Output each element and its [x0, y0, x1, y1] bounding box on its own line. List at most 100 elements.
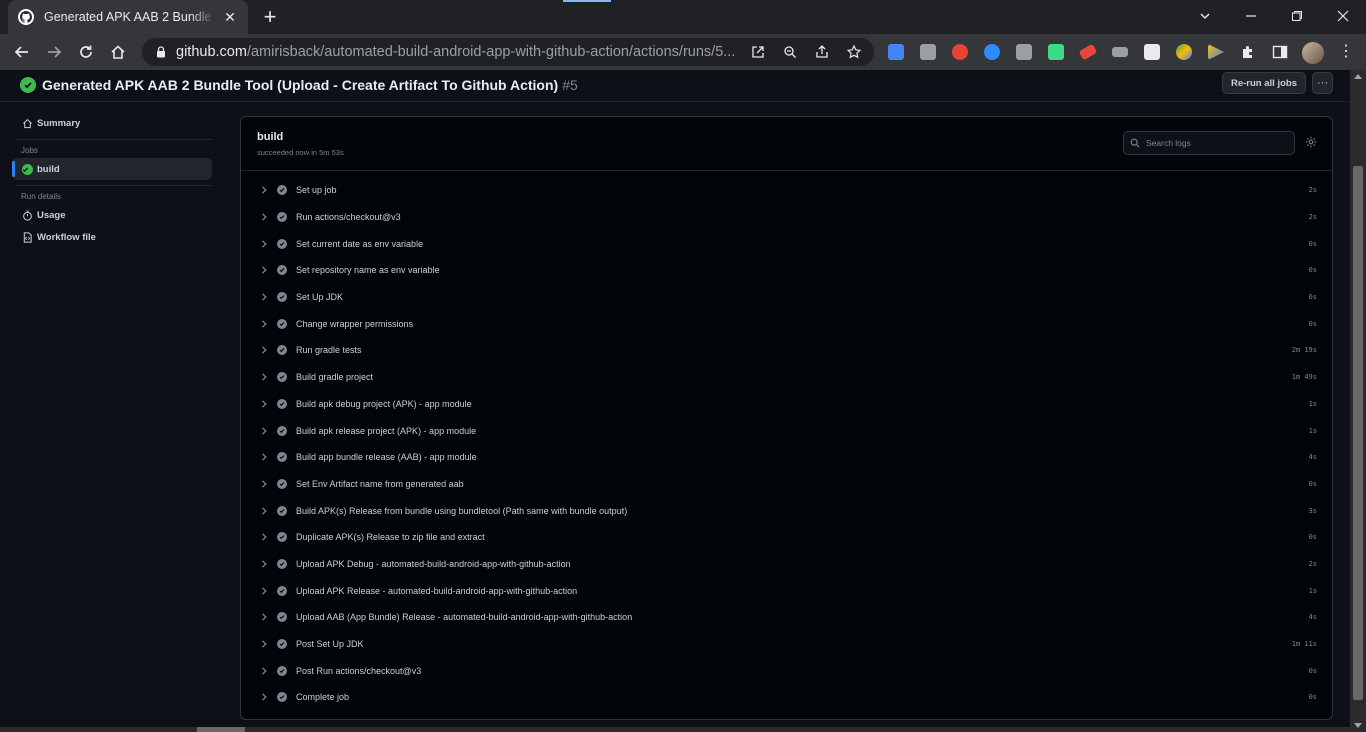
page-scrollbar[interactable] — [1350, 70, 1366, 732]
chevron-right-icon[interactable] — [259, 452, 269, 462]
chevron-right-icon[interactable] — [259, 212, 269, 222]
color-extension-icon[interactable] — [1176, 44, 1192, 60]
job-step-row[interactable]: Set current date as env variable 0s — [255, 230, 1319, 257]
job-step-row[interactable]: Run gradle tests 2m 19s — [255, 337, 1319, 364]
play-extension-icon[interactable] — [1208, 44, 1224, 60]
job-step-row[interactable]: Upload APK Debug - automated-build-andro… — [255, 551, 1319, 578]
horizontal-scrollbar-thumb[interactable] — [197, 727, 245, 732]
chevron-right-icon[interactable] — [259, 479, 269, 489]
home-browser-icon[interactable] — [106, 40, 130, 64]
reload-icon[interactable] — [74, 40, 98, 64]
sidebar-section-run-details: Run details — [21, 192, 62, 201]
close-window-icon[interactable] — [1328, 4, 1358, 28]
rerun-all-jobs-button[interactable]: Re-run all jobs — [1222, 72, 1306, 94]
search-logs-input[interactable] — [1146, 138, 1286, 148]
chevron-right-icon[interactable] — [259, 185, 269, 195]
open-in-new-icon[interactable] — [746, 42, 770, 62]
more-options-button[interactable]: ··· — [1312, 72, 1333, 94]
adblock-extension-icon[interactable] — [952, 44, 968, 60]
extension-icon-2[interactable] — [920, 44, 936, 60]
sidebar-item-job-build[interactable]: build — [12, 158, 212, 180]
camera-extension-icon[interactable] — [1016, 44, 1032, 60]
scrollbar-thumb[interactable] — [1353, 166, 1363, 700]
chevron-right-icon[interactable] — [259, 506, 269, 516]
zoom-extension-icon[interactable] — [984, 44, 1000, 60]
chevron-right-icon[interactable] — [259, 292, 269, 302]
minimize-icon[interactable] — [1236, 4, 1266, 28]
check-circle-icon — [277, 639, 287, 650]
chevron-right-icon[interactable] — [259, 372, 269, 382]
chevron-right-icon[interactable] — [259, 532, 269, 542]
chevron-right-icon[interactable] — [259, 265, 269, 275]
tab-close-icon[interactable]: ✕ — [222, 9, 238, 25]
job-step-row[interactable]: Change wrapper permissions 0s — [255, 310, 1319, 337]
gear-icon[interactable] — [1305, 136, 1317, 148]
job-step-row[interactable]: Build app bundle release (AAB) - app mod… — [255, 444, 1319, 471]
step-name: Build apk release project (APK) - app mo… — [296, 425, 477, 436]
translate-extension-icon[interactable] — [888, 44, 904, 60]
job-step-row[interactable]: Post Run actions/checkout@v3 0s — [255, 657, 1319, 684]
chevron-right-icon[interactable] — [259, 426, 269, 436]
job-step-row[interactable]: Build apk debug project (APK) - app modu… — [255, 391, 1319, 418]
restore-icon[interactable] — [1282, 4, 1312, 28]
check-circle-icon — [277, 585, 287, 596]
bookmark-star-icon[interactable] — [842, 42, 866, 62]
sidebar-item-summary[interactable]: Summary — [12, 112, 212, 134]
forward-icon[interactable] — [42, 40, 66, 64]
chevron-right-icon[interactable] — [259, 399, 269, 409]
job-step-row[interactable]: Build APK(s) Release from bundle using b… — [255, 497, 1319, 524]
job-step-row[interactable]: Set Env Artifact name from generated aab… — [255, 471, 1319, 498]
back-icon[interactable] — [10, 40, 34, 64]
rocket-extension-icon[interactable] — [1078, 43, 1098, 61]
job-step-row[interactable]: Build gradle project 1m 49s — [255, 364, 1319, 391]
chevron-right-icon[interactable] — [259, 692, 269, 702]
step-name: Build APK(s) Release from bundle using b… — [296, 505, 628, 516]
browser-tab-active[interactable]: Generated APK AAB 2 Bundle Tool (Upload … — [8, 0, 248, 34]
job-step-row[interactable]: Upload AAB (App Bundle) Release - automa… — [255, 604, 1319, 631]
job-step-row[interactable]: Upload APK Release - automated-build-and… — [255, 577, 1319, 604]
chevron-right-icon[interactable] — [259, 345, 269, 355]
job-step-row[interactable]: Post Set Up JDK 1m 11s — [255, 631, 1319, 658]
check-circle-icon — [277, 612, 287, 623]
sidebar-item-workflow-file[interactable]: Workflow file — [12, 226, 212, 248]
puzzle-extensions-icon[interactable] — [1240, 44, 1256, 60]
job-step-row[interactable]: Set Up JDK 6s — [255, 284, 1319, 311]
profile-avatar[interactable] — [1302, 42, 1324, 64]
address-bar[interactable]: github.com/amirisback/automated-build-an… — [142, 38, 874, 66]
window-extension-icon[interactable] — [1144, 44, 1160, 60]
sidebar-label-workflow-file: Workflow file — [37, 231, 96, 243]
chevron-right-icon[interactable] — [259, 319, 269, 329]
chevron-right-icon[interactable] — [259, 639, 269, 649]
job-step-row[interactable]: Complete job 0s — [255, 684, 1319, 711]
gamepad-extension-icon[interactable] — [1112, 47, 1128, 57]
chevron-right-icon[interactable] — [259, 559, 269, 569]
scroll-down-icon[interactable] — [1354, 723, 1362, 728]
chevron-right-icon[interactable] — [259, 666, 269, 676]
check-circle-icon — [277, 318, 287, 329]
chevron-right-icon[interactable] — [259, 586, 269, 596]
horizontal-scrollbar[interactable] — [0, 727, 1350, 732]
search-logs-box[interactable] — [1123, 131, 1295, 155]
tab-search-chevron-icon[interactable] — [1190, 4, 1220, 28]
job-step-row[interactable]: Duplicate APK(s) Release to zip file and… — [255, 524, 1319, 551]
browser-tabbar: Generated APK AAB 2 Bundle Tool (Upload … — [0, 0, 1366, 34]
chevron-right-icon[interactable] — [259, 612, 269, 622]
share-icon[interactable] — [810, 42, 834, 62]
step-name: Build gradle project — [296, 372, 374, 383]
browser-menu-icon[interactable]: ⋮ — [1338, 44, 1354, 60]
job-step-row[interactable]: Build apk release project (APK) - app mo… — [255, 417, 1319, 444]
new-tab-icon[interactable]: + — [258, 4, 282, 29]
sidebar-section-jobs: Jobs — [21, 146, 38, 155]
android-extension-icon[interactable] — [1048, 44, 1064, 60]
job-step-row[interactable]: Run actions/checkout@v3 2s — [255, 204, 1319, 231]
chevron-right-icon[interactable] — [259, 239, 269, 249]
step-name: Upload APK Debug - automated-build-andro… — [296, 558, 571, 569]
step-name: Upload AAB (App Bundle) Release - automa… — [296, 612, 633, 623]
job-step-row[interactable]: Set repository name as env variable 0s — [255, 257, 1319, 284]
step-duration: 0s — [1308, 239, 1317, 248]
job-step-row[interactable]: Set up job 2s — [255, 177, 1319, 204]
sidepanel-icon[interactable] — [1272, 44, 1288, 60]
zoom-icon[interactable] — [778, 42, 802, 62]
sidebar-item-usage[interactable]: Usage — [12, 204, 212, 226]
scroll-up-icon[interactable] — [1354, 74, 1362, 79]
